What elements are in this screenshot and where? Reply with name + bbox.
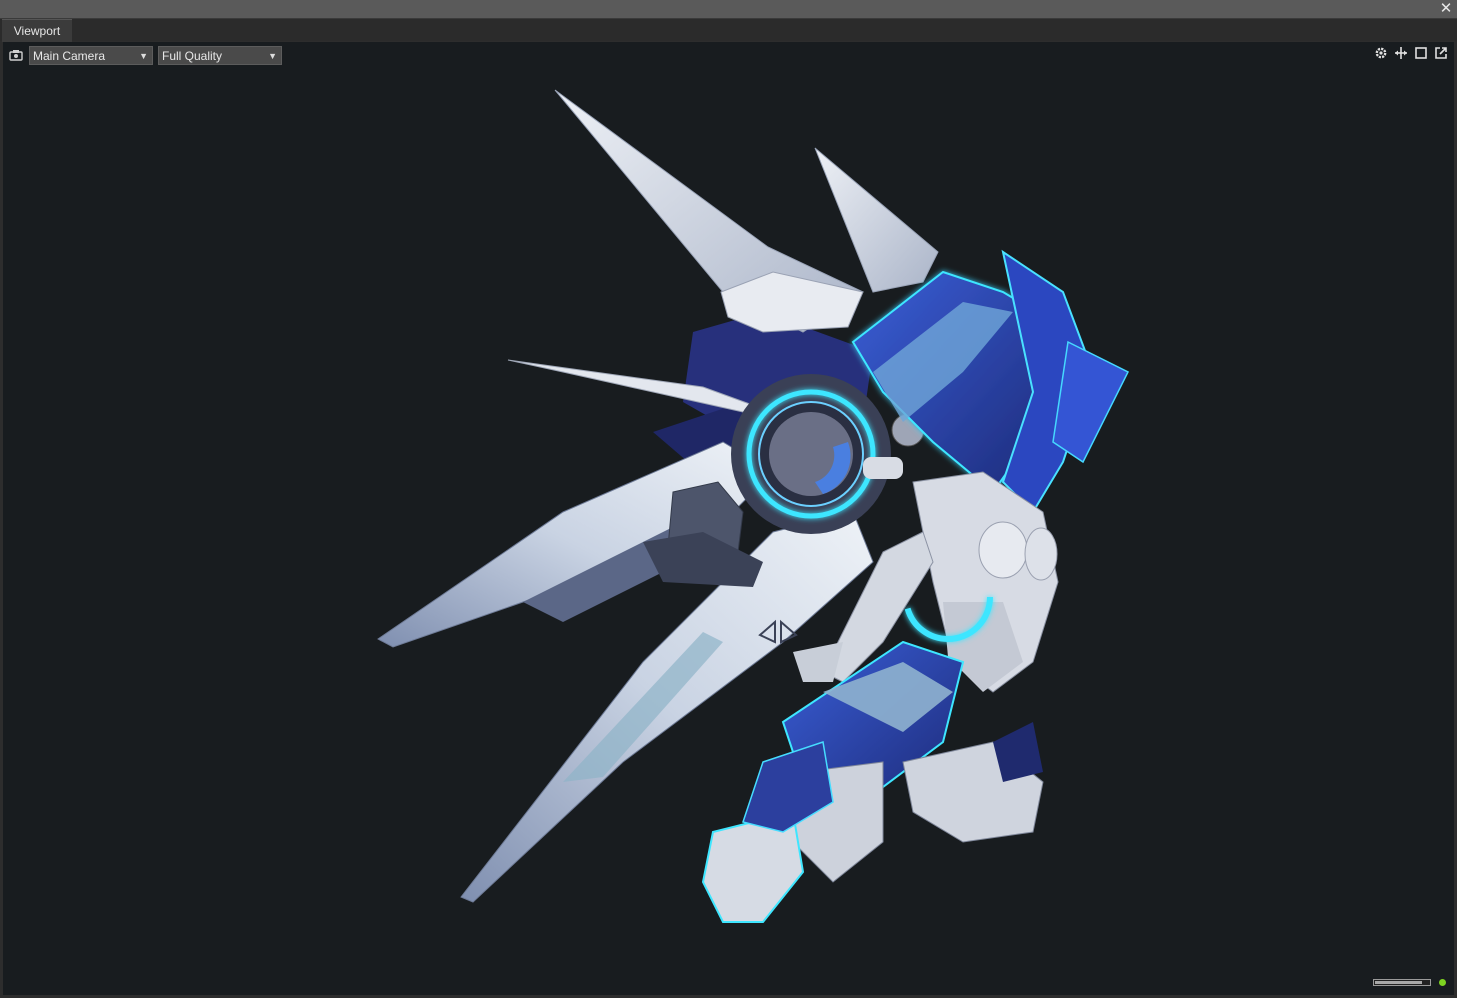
- render-status: [1373, 979, 1446, 986]
- camera-select[interactable]: Main Camera ▼: [29, 45, 153, 65]
- viewport-canvas[interactable]: Main Camera ▼ Full Quality ▼: [3, 42, 1454, 995]
- window-title-bar: ✕: [0, 0, 1457, 19]
- chevron-down-icon: ▼: [139, 50, 148, 61]
- gear-icon[interactable]: [1373, 45, 1388, 60]
- scene-render: [377, 89, 1130, 923]
- camera-icon[interactable]: [8, 48, 24, 62]
- quality-select-value: Full Quality: [162, 48, 223, 63]
- chevron-down-icon: ▼: [268, 50, 277, 61]
- camera-select-value: Main Camera: [33, 48, 106, 63]
- render-progress-fill: [1375, 981, 1423, 984]
- tab-bar: Viewport: [0, 19, 1457, 42]
- popout-icon[interactable]: [1433, 45, 1448, 60]
- viewport-actions: [1373, 45, 1448, 60]
- viewport-toolbar: Main Camera ▼ Full Quality ▼: [8, 45, 282, 65]
- render-progress-bar: [1373, 979, 1431, 986]
- maximize-icon[interactable]: [1413, 45, 1428, 60]
- tab-viewport[interactable]: Viewport: [2, 19, 72, 42]
- close-button[interactable]: ✕: [1439, 0, 1453, 18]
- status-indicator: [1439, 979, 1446, 986]
- move-icon[interactable]: [1393, 45, 1408, 60]
- quality-select[interactable]: Full Quality ▼: [158, 45, 282, 65]
